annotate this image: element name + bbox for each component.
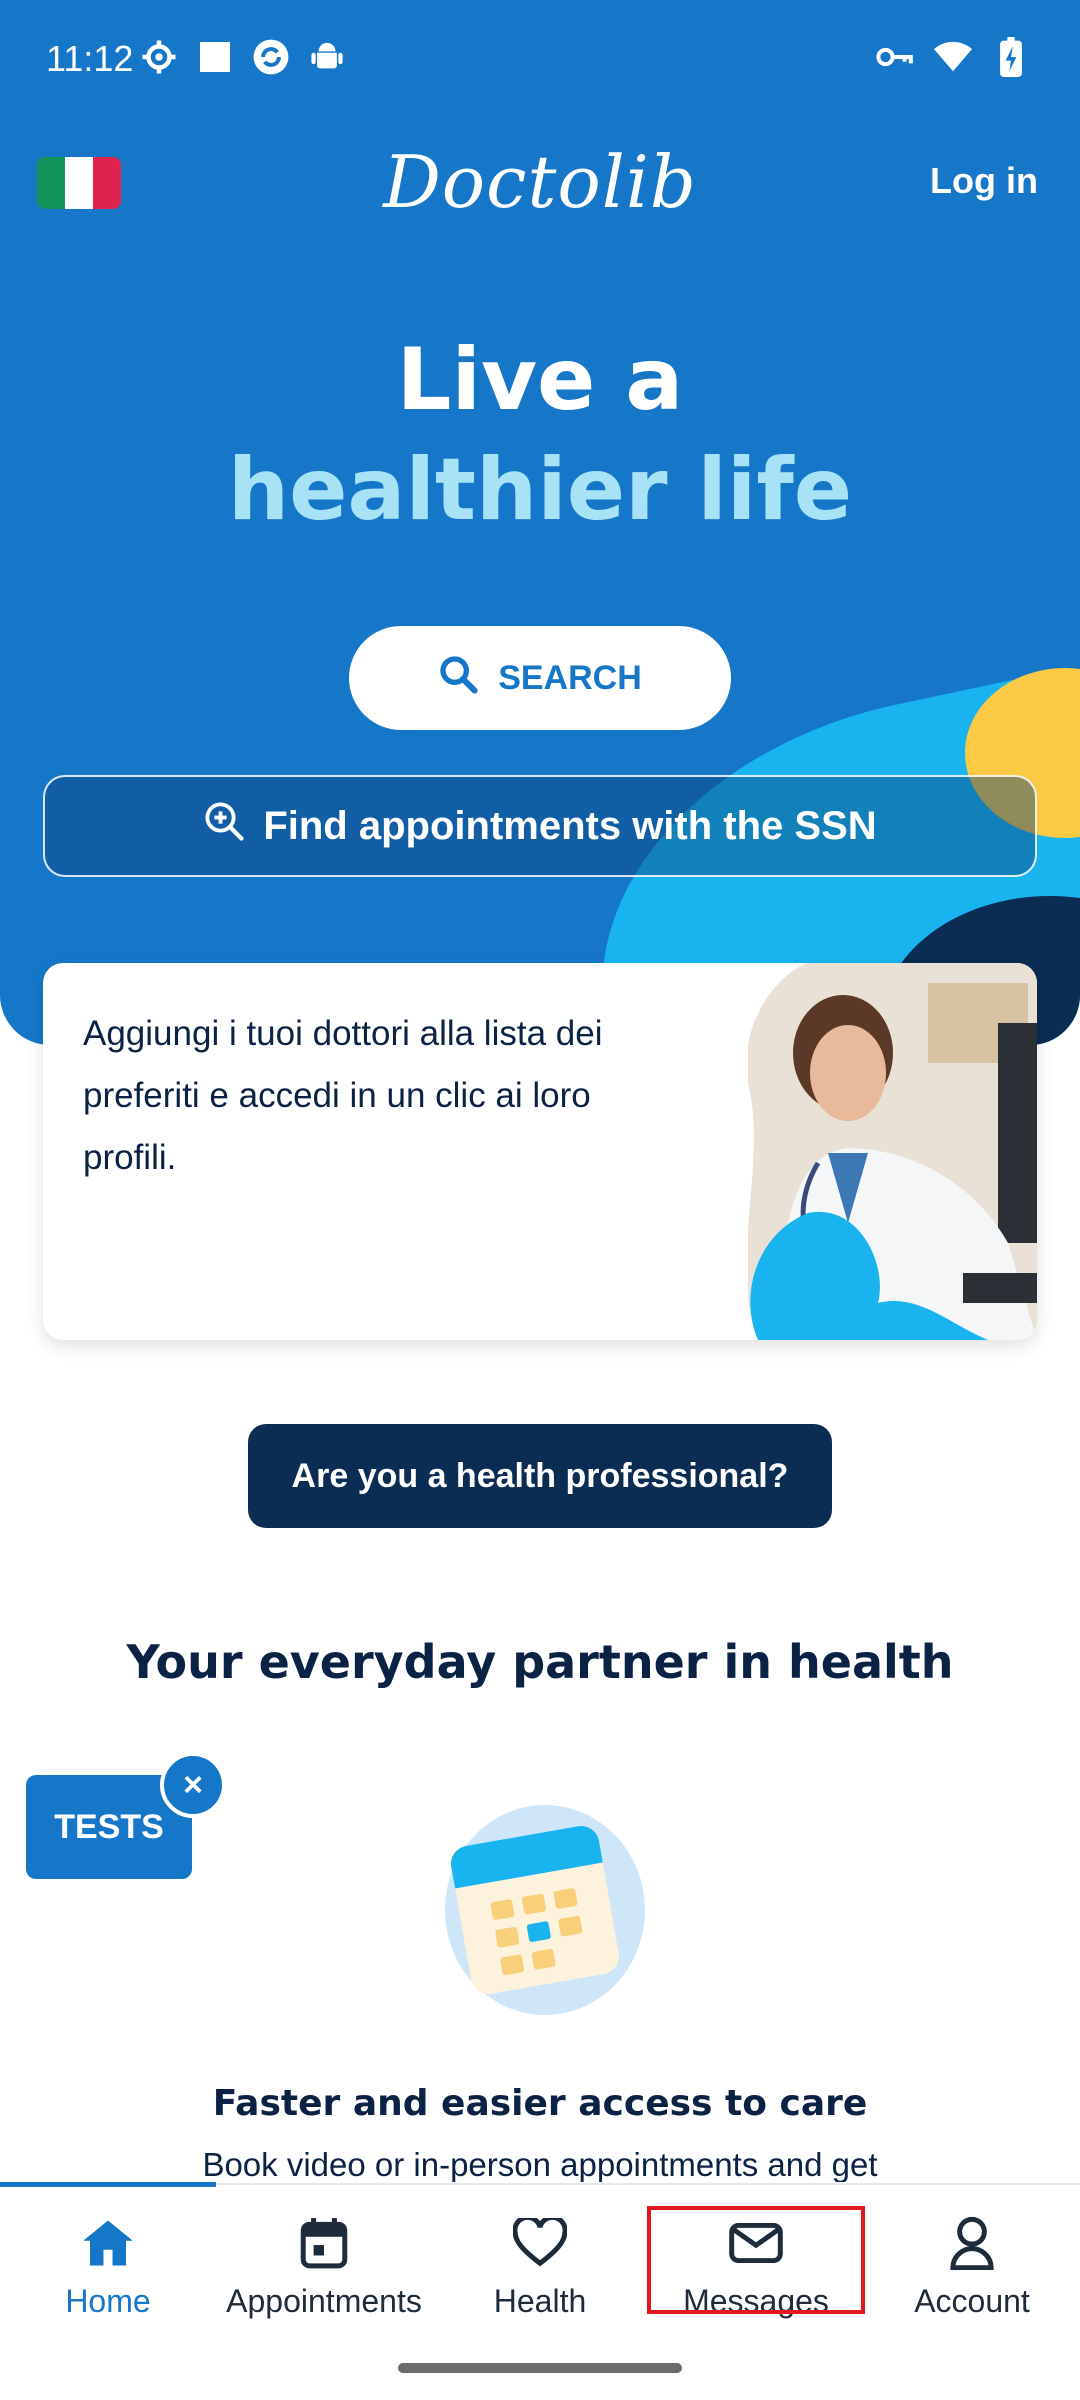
feature-title: Faster and easier access to care — [212, 2083, 868, 2124]
promo-card-text: Aggiungi i tuoi dottori alla lista dei p… — [83, 1014, 603, 1177]
login-button[interactable]: Log in — [930, 160, 1038, 202]
search-button[interactable]: SEARCH — [349, 626, 731, 730]
status-bar: 11:12 — [0, 0, 1080, 120]
status-icons-left — [140, 38, 346, 76]
doctolib-logo: Doctolib — [383, 140, 697, 224]
nav-item-appointments[interactable]: Appointments — [216, 2215, 432, 2325]
nav-item-health[interactable]: Health — [432, 2215, 648, 2325]
nav-item-home[interactable]: Home — [0, 2215, 216, 2325]
nav-label-appointments: Appointments — [226, 2283, 422, 2319]
home-icon — [80, 2215, 136, 2271]
nav-item-account[interactable]: Account — [864, 2215, 1080, 2325]
nav-label-account: Account — [914, 2283, 1030, 2319]
status-time: 11:12 — [46, 38, 134, 79]
sync-icon — [252, 38, 290, 76]
nav-label-home: Home — [65, 2283, 151, 2319]
search-icon — [438, 654, 478, 703]
battery-charging-icon — [992, 37, 1030, 77]
close-icon: × — [183, 1765, 203, 1804]
status-icons-right — [876, 37, 1030, 77]
doctor-photo — [748, 963, 1037, 1340]
ssn-label: Find appointments with the SSN — [263, 803, 877, 848]
messages-highlight-box — [647, 2206, 865, 2314]
section-title: Your everyday partner in health — [126, 1635, 954, 1689]
hero-section: 11:12 Doctolib Log in Live a healthier l… — [0, 0, 1080, 1045]
favorites-promo-card[interactable]: Aggiungi i tuoi dottori alla lista dei p… — [43, 963, 1037, 1340]
search-label: SEARCH — [498, 658, 642, 697]
zoom-in-icon — [203, 800, 245, 852]
calendar-icon — [296, 2215, 352, 2271]
headline-line1: Live a — [396, 330, 684, 430]
gesture-navigation-bar[interactable] — [398, 2363, 682, 2373]
square-icon — [196, 38, 234, 76]
active-tab-indicator — [0, 2182, 216, 2187]
nav-label-health: Health — [493, 2283, 587, 2319]
headline-line2: healthier life — [227, 440, 853, 540]
vpn-key-icon — [876, 38, 914, 76]
person-icon — [944, 2215, 1000, 2271]
find-ssn-appointments-button[interactable]: Find appointments with the SSN — [43, 775, 1037, 877]
tests-badge-label: TESTS — [54, 1807, 164, 1846]
settings-gear-icon — [140, 38, 178, 76]
health-professional-button[interactable]: Are you a health professional? — [248, 1424, 832, 1528]
tests-close-button[interactable]: × — [160, 1752, 226, 1818]
android-icon — [308, 38, 346, 76]
calendar-illustration — [430, 1795, 650, 2015]
heart-icon — [512, 2215, 568, 2271]
feature-subtitle: Book video or in-person appointments and… — [202, 2146, 878, 2182]
wifi-icon — [934, 38, 972, 76]
